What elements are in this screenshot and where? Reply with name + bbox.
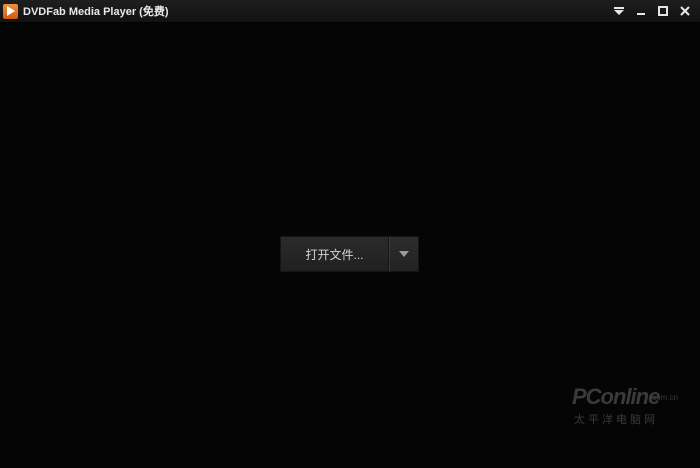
- menu-down-icon: [614, 7, 624, 15]
- minimize-button[interactable]: [630, 1, 652, 21]
- maximize-icon: [658, 6, 668, 16]
- watermark: PConline .com.cn 太平洋电脑网: [572, 378, 682, 438]
- maximize-button[interactable]: [652, 1, 674, 21]
- close-icon: [680, 6, 690, 16]
- watermark-subtitle: 太平洋电脑网: [574, 414, 658, 426]
- open-file-button[interactable]: 打开文件...: [280, 236, 389, 272]
- open-file-group: 打开文件...: [280, 236, 419, 272]
- open-file-dropdown-button[interactable]: [389, 236, 419, 272]
- app-play-icon: [3, 3, 18, 19]
- close-button[interactable]: [674, 1, 696, 21]
- window-title: DVDFab Media Player (免费): [23, 6, 169, 18]
- chevron-down-icon: [399, 251, 409, 257]
- video-area[interactable]: 打开文件... PConline .com.cn 太平洋电脑网: [0, 23, 700, 468]
- watermark-logo: PConline: [572, 384, 660, 409]
- menu-button[interactable]: [608, 1, 630, 21]
- window-controls: [608, 0, 696, 22]
- player-window: DVDFab Media Player (免费) 打开文件... PConlin…: [0, 0, 700, 468]
- title-bar[interactable]: DVDFab Media Player (免费): [0, 0, 700, 23]
- watermark-domain: .com.cn: [650, 393, 679, 402]
- minimize-icon: [637, 13, 645, 15]
